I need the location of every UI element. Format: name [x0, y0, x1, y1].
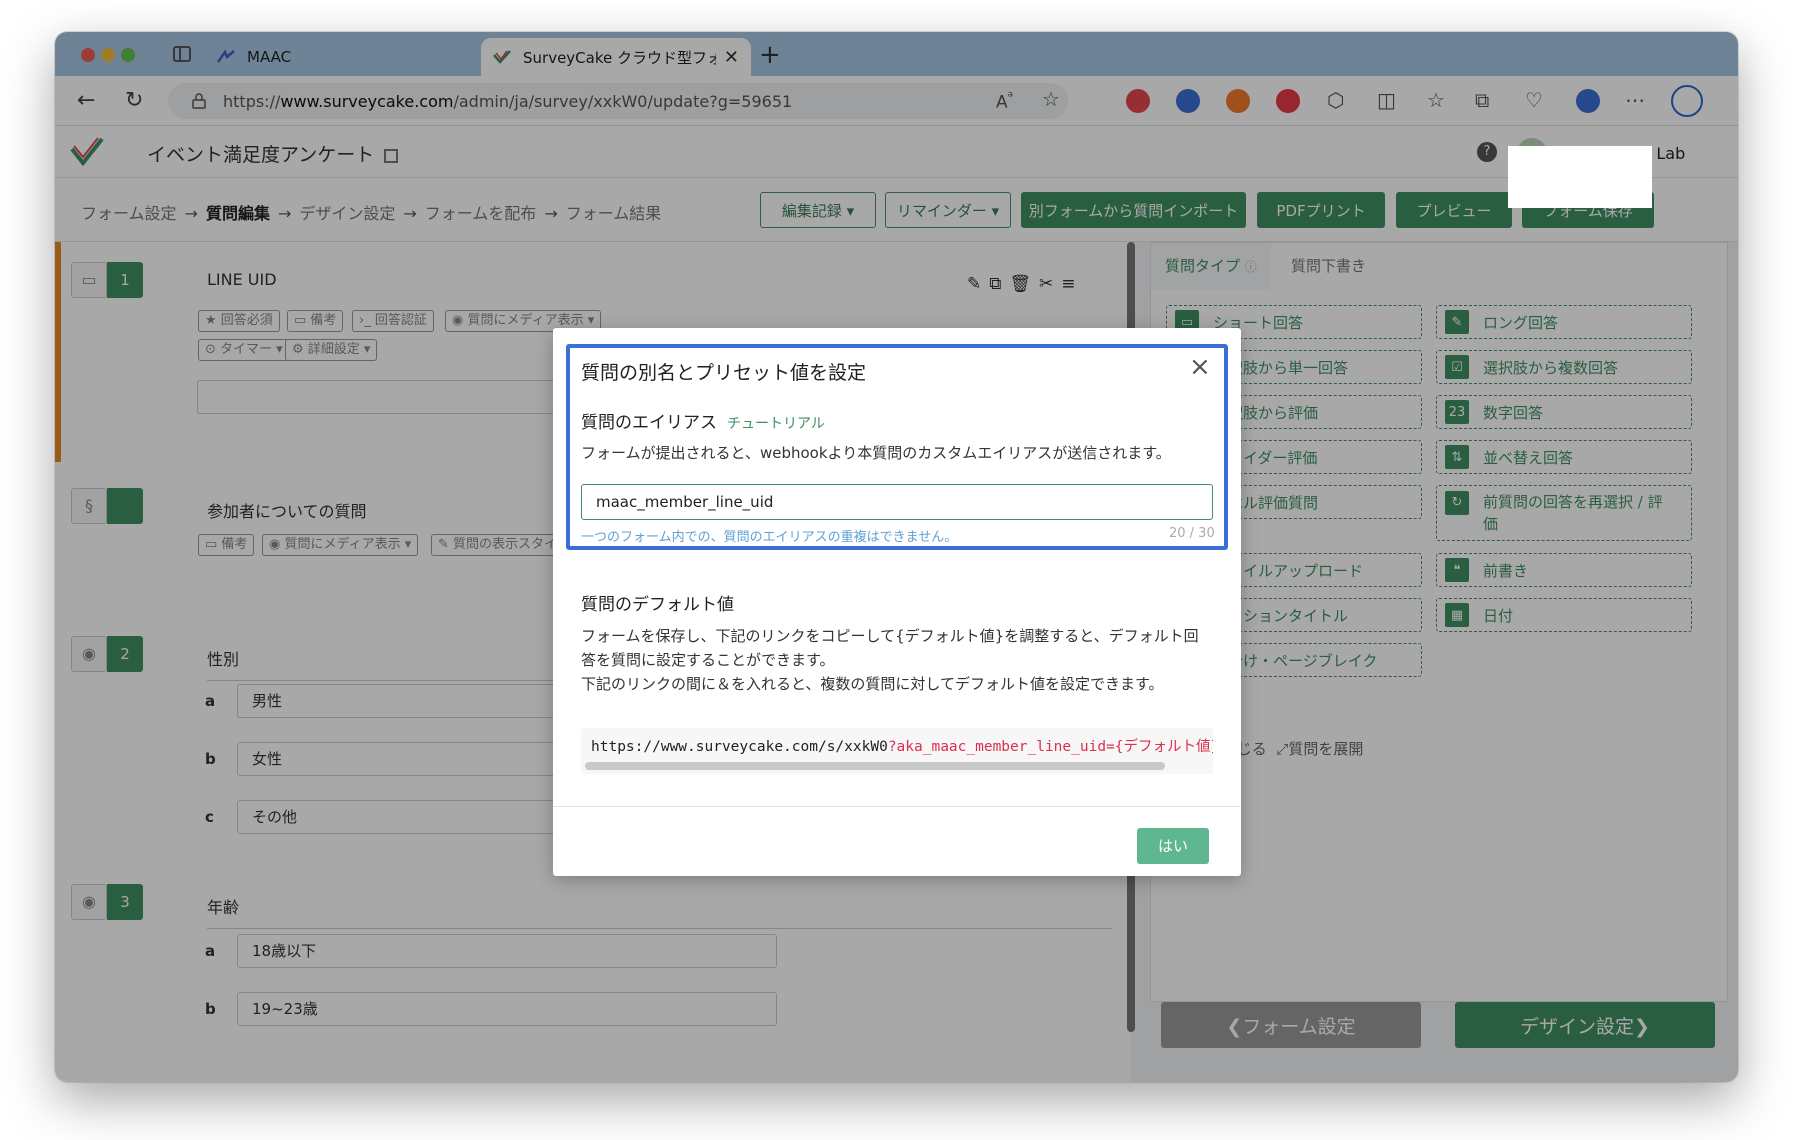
default-link-box[interactable]: https://www.surveycake.com/s/xxkW0?aka_m… [581, 728, 1213, 774]
alias-preset-dialog: 質問の別名とプリセット値を設定 × 質問のエイリアス チュートリアル フォームが提… [553, 328, 1241, 876]
tutorial-link[interactable]: チュートリアル [727, 416, 825, 432]
link-param: ?aka_maac_member_line_uid={デフォルト値} [887, 739, 1213, 755]
default-desc-line: フォームを保存し、下記のリンクをコピーして{デフォルト値}を調整すると、デフォル… [581, 627, 1199, 669]
alias-char-count: 20 / 30 [1169, 526, 1215, 541]
link-scrollbar[interactable] [585, 762, 1165, 770]
default-desc-line: 下記のリンクの間に＆を入れると、複数の質問に対してデフォルト値を設定できます。 [581, 675, 1164, 693]
close-icon[interactable]: × [1189, 352, 1211, 382]
redaction-box [1508, 146, 1652, 208]
link-base: https://www.surveycake.com/s/xxkW0 [591, 739, 888, 755]
ok-button[interactable]: はい [1137, 828, 1209, 864]
browser-window: MAAC ✕ SurveyCake クラウド型フォー… ✕ + ← ↻ http… [55, 32, 1738, 1082]
dialog-title: 質問の別名とプリセット値を設定 [581, 362, 867, 384]
dialog-footer-divider [553, 806, 1241, 807]
alias-input[interactable]: maac_member_line_uid [581, 484, 1213, 520]
alias-label: 質問のエイリアス チュートリアル [581, 408, 825, 433]
default-link[interactable]: https://www.surveycake.com/s/xxkW0?aka_m… [591, 735, 1213, 756]
default-value-label: 質問のデフォルト値 [581, 595, 734, 615]
alias-hint: 一つのフォーム内での、質問のエイリアスの重複はできません。 [581, 530, 958, 545]
alias-description: フォームが提出されると、webhookより本質問のカスタムエイリアスが送信されま… [581, 444, 1171, 462]
default-value-description: フォームを保存し、下記のリンクをコピーして{デフォルト値}を調整すると、デフォル… [581, 624, 1211, 696]
alias-label-text: 質問のエイリアス [581, 413, 717, 433]
